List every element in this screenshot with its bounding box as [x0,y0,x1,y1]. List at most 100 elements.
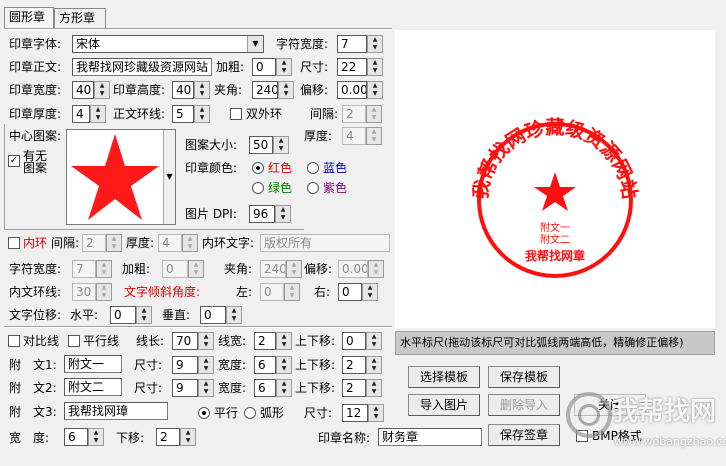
up-arrow-icon[interactable]: ▲ [89,429,103,437]
down-arrow-icon[interactable]: ▼ [367,388,381,396]
spin-buttons[interactable]: ▲ ▼ [276,58,292,76]
spin-buttons[interactable]: ▲ ▼ [366,356,382,374]
select-template-button[interactable]: 选择模板 [408,366,480,388]
up-arrow-icon[interactable]: ▲ [95,82,109,90]
bottom-width-spinner[interactable]: 6 ▲ ▼ [64,428,104,446]
up-arrow-icon[interactable]: ▲ [199,380,213,388]
down-arrow-icon[interactable]: ▼ [183,243,197,251]
down-arrow-icon[interactable]: ▼ [277,341,291,349]
spin-buttons[interactable]: ▲ ▼ [106,234,122,252]
down-arrow-icon[interactable]: ▼ [195,114,209,122]
char-width-value[interactable]: 7 [337,35,367,53]
chevron-down-icon[interactable]: ▼ [247,36,263,52]
sub2-shift-value[interactable]: 2 [342,379,366,397]
spin-buttons[interactable]: ▲ ▼ [94,81,110,99]
parallel-radio[interactable] [198,407,210,419]
down-arrow-icon[interactable]: ▼ [277,365,291,373]
up-arrow-icon[interactable]: ▲ [195,82,209,90]
delete-import-button[interactable]: 删除导入 [488,394,560,416]
up-arrow-icon[interactable]: ▲ [189,261,203,269]
dpi-value[interactable]: 96 [249,205,275,223]
image-size-spinner[interactable]: 50 ▲ ▼ [249,136,289,154]
spin-buttons[interactable]: ▲ ▼ [198,356,214,374]
up-arrow-icon[interactable]: ▲ [279,82,293,90]
sub3-size-value[interactable]: 12 [342,404,368,422]
offset-spinner[interactable]: 0.000 ▲▼ [337,81,383,99]
down-arrow-icon[interactable]: ▼ [277,388,291,396]
up-arrow-icon[interactable]: ▲ [277,333,291,341]
inner-bold-spinner[interactable]: 0 ▲ ▼ [162,260,204,278]
ring-thickness-value[interactable]: 4 [342,127,366,145]
up-arrow-icon[interactable]: ▲ [367,357,381,365]
down-arrow-icon[interactable]: ▼ [189,269,203,277]
spin-buttons[interactable]: ▲ ▼ [194,105,210,123]
spin-buttons[interactable]: ▲ ▼ [366,105,382,123]
inner-offset-spinner[interactable]: 0.000 ▲▼ [338,260,384,278]
sub2-size-value[interactable]: 9 [172,379,198,397]
down-arrow-icon[interactable]: ▼ [368,67,382,75]
spin-buttons[interactable]: ▲ ▼ [180,428,196,446]
down-arrow-icon[interactable]: ▼ [277,67,291,75]
up-arrow-icon[interactable]: ▲ [367,333,381,341]
spin-buttons[interactable]: ▲ ▼ [276,332,292,350]
sub1-input[interactable]: 附文一 [64,355,122,373]
sub1-size-value[interactable]: 9 [172,356,198,374]
up-arrow-icon[interactable]: ▲ [367,380,381,388]
spin-buttons[interactable]: ▲ ▼ [276,379,292,397]
up-arrow-icon[interactable]: ▲ [369,405,383,413]
down-arrow-icon[interactable]: ▼ [227,315,241,323]
bold-value[interactable]: 0 [252,58,276,76]
down-arrow-icon[interactable]: ▼ [368,44,382,52]
inner-bold-value[interactable]: 0 [162,260,188,278]
thickness-value[interactable]: 4 [72,105,90,123]
stamp-width-value[interactable]: 40 [72,81,94,99]
spin-buttons[interactable]: ▲ ▼ [136,306,152,324]
up-arrow-icon[interactable]: ▲ [183,235,197,243]
sub3-input[interactable]: 我帮找网璋 [64,402,168,420]
sub1-size-spinner[interactable]: 9 ▲ ▼ [172,356,214,374]
line-length-value[interactable]: 70 [172,332,198,350]
up-arrow-icon[interactable]: ▲ [97,284,111,292]
up-arrow-icon[interactable]: ▲ [368,82,382,90]
text-ring-value[interactable]: 5 [172,105,194,123]
spin-buttons[interactable]: ▲ ▼ [273,136,289,154]
font-select[interactable]: 宋体 ▼ [72,35,264,53]
up-arrow-icon[interactable]: ▲ [363,284,377,292]
color-purple-radio[interactable] [307,182,319,194]
down-arrow-icon[interactable]: ▼ [274,145,288,153]
line-width-value[interactable]: 2 [254,332,276,350]
bottom-width-value[interactable]: 6 [64,428,88,446]
down-arrow-icon[interactable]: ▼ [97,269,111,277]
down-arrow-icon[interactable]: ▼ [287,269,301,277]
bold-spinner[interactable]: 0 ▲ ▼ [252,58,292,76]
down-arrow-icon[interactable]: ▼ [199,388,213,396]
spin-buttons[interactable]: ▲ ▼ [367,81,383,99]
compare-line-checkbox[interactable] [8,335,20,347]
up-arrow-icon[interactable]: ▲ [227,307,241,315]
angle-value[interactable]: 240 [252,81,278,99]
down-arrow-icon[interactable]: ▼ [279,90,293,98]
sub2-width-value[interactable]: 6 [254,379,276,397]
inner-thickness-value[interactable]: 4 [158,234,182,252]
spin-buttons[interactable]: ▲ ▼ [96,260,112,278]
spin-buttons[interactable]: ▲ ▼ [182,234,198,252]
sub1-shift-value[interactable]: 2 [342,356,366,374]
main-text-input[interactable]: 我帮找网珍藏级资源网站 [72,58,212,76]
spacing-value[interactable]: 2 [342,105,366,123]
compare-shift-value[interactable]: 0 [342,332,366,350]
line-length-spinner[interactable]: 70 ▲ ▼ [172,332,214,350]
down-arrow-icon[interactable]: ▼ [276,214,290,222]
text-ring-spinner[interactable]: 5 ▲ ▼ [172,105,210,123]
save-template-button[interactable]: 保存模板 [488,366,560,388]
spin-buttons[interactable]: ▲ ▼ [90,105,106,123]
up-arrow-icon[interactable]: ▲ [285,284,299,292]
up-arrow-icon[interactable]: ▲ [277,59,291,67]
down-arrow-icon[interactable]: ▼ [369,413,383,421]
size-spinner[interactable]: 22 ▲ ▼ [337,58,383,76]
save-stamp-button[interactable]: 保存签章 [488,424,560,446]
up-arrow-icon[interactable]: ▲ [276,206,290,214]
down-shift-spinner[interactable]: 2 ▲ ▼ [156,428,196,446]
down-arrow-icon[interactable]: ▼ [89,437,103,445]
spin-buttons[interactable]: ▲ ▼ [88,428,104,446]
image-picker[interactable]: ▼ [66,129,176,225]
